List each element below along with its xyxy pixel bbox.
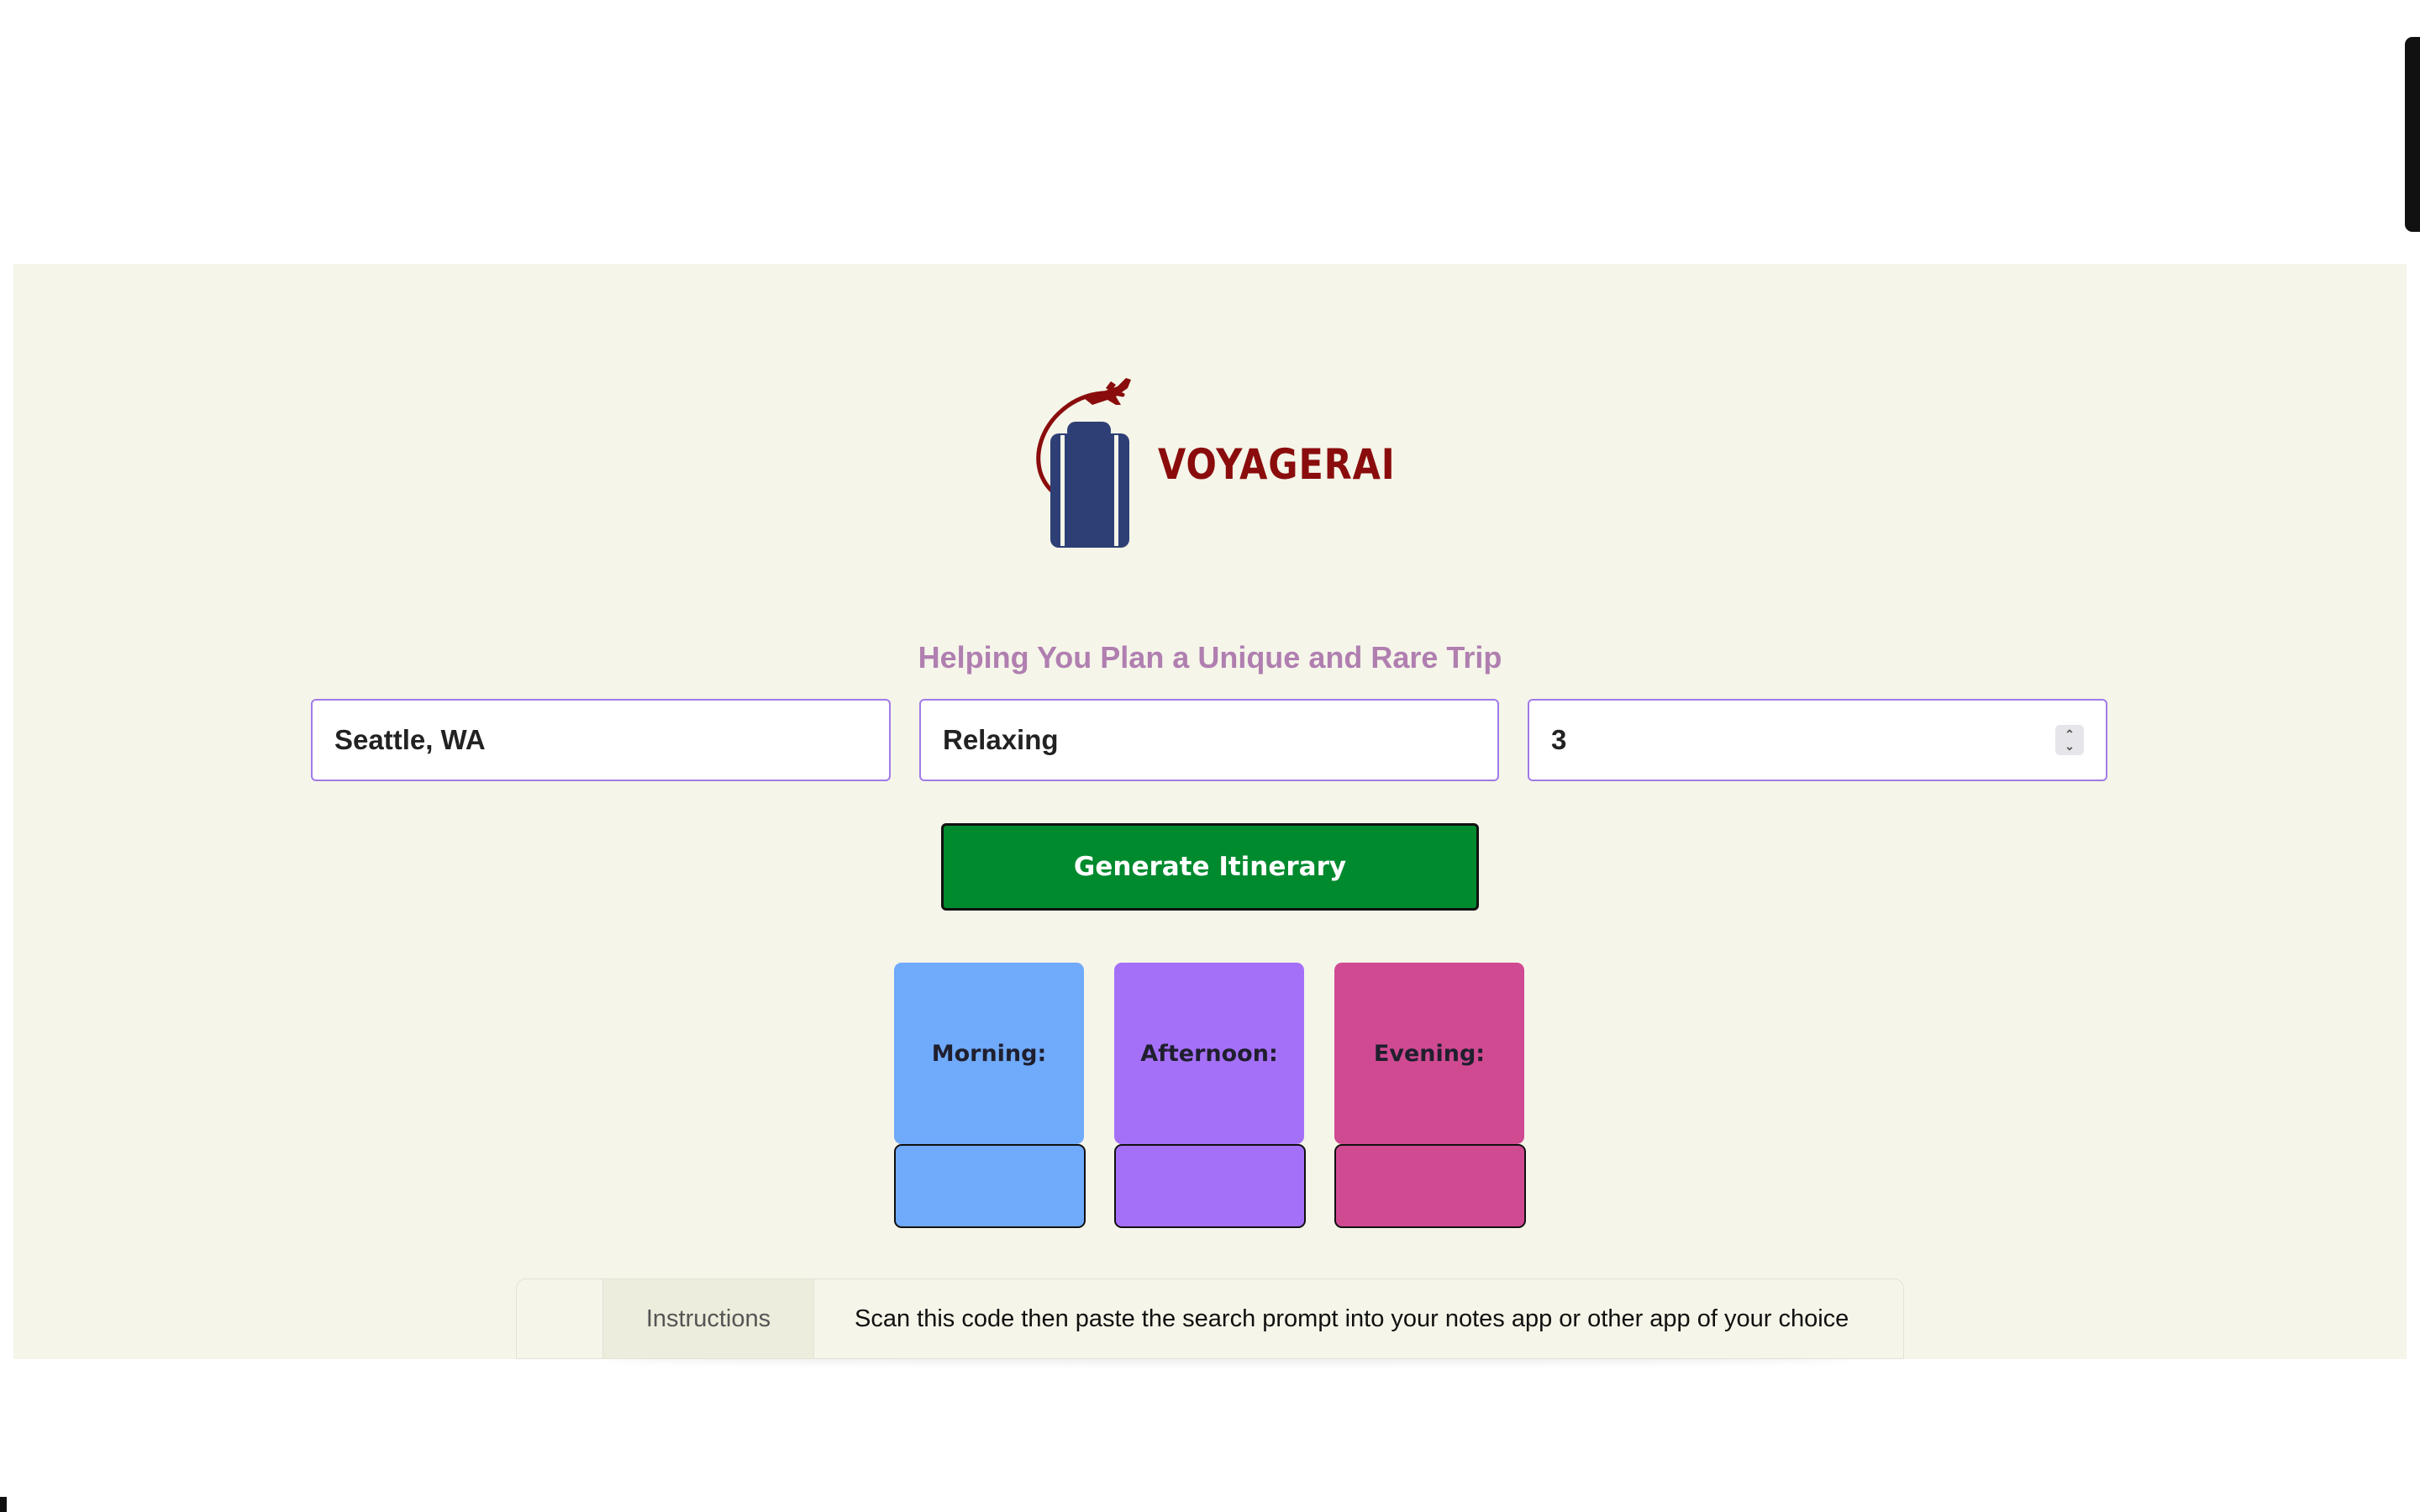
logo-text: VOYAGERAI bbox=[1158, 440, 1396, 489]
afternoon-content-box bbox=[1114, 1144, 1306, 1228]
number-spinner-icon[interactable]: ⌃ ⌄ bbox=[2055, 725, 2084, 755]
spinner-down-icon[interactable]: ⌄ bbox=[2065, 740, 2075, 752]
evening-card: Evening: bbox=[1334, 963, 1524, 1144]
location-input[interactable]: Seattle, WA bbox=[311, 699, 891, 781]
instructions-text: Scan this code then paste the search pro… bbox=[855, 1305, 1849, 1332]
morning-content-box bbox=[894, 1144, 1086, 1228]
afternoon-card: Afternoon: bbox=[1114, 963, 1304, 1144]
corner-mark bbox=[0, 1497, 7, 1512]
morning-card: Morning: bbox=[894, 963, 1084, 1144]
trip-mood-input[interactable]: Relaxing bbox=[919, 699, 1499, 781]
instructions-bar: Instructions Scan this code then paste t… bbox=[516, 1278, 1904, 1359]
afternoon-label: Afternoon: bbox=[1140, 1040, 1278, 1067]
days-value: 3 bbox=[1551, 724, 1567, 755]
logo: VOYAGERAI bbox=[1023, 363, 1395, 549]
morning-label: Morning: bbox=[931, 1040, 1047, 1067]
location-value: Seattle, WA bbox=[334, 724, 486, 755]
evening-content-box bbox=[1334, 1144, 1526, 1228]
window-edge-bar bbox=[2405, 37, 2420, 232]
evening-label: Evening: bbox=[1373, 1040, 1486, 1067]
spinner-up-icon[interactable]: ⌃ bbox=[2065, 728, 2075, 740]
suitcase-airplane-icon bbox=[1036, 378, 1131, 548]
generate-itinerary-button[interactable]: Generate Itinerary bbox=[941, 823, 1479, 911]
tagline: Helping You Plan a Unique and Rare Trip bbox=[918, 640, 1502, 675]
instructions-tab[interactable]: Instructions bbox=[603, 1279, 814, 1358]
instructions-spacer bbox=[517, 1279, 603, 1358]
page: VOYAGERAI Helping You Plan a Unique and … bbox=[0, 0, 2420, 1512]
days-input[interactable]: 3 ⌃ ⌄ bbox=[1528, 699, 2107, 781]
trip-mood-value: Relaxing bbox=[943, 724, 1059, 755]
